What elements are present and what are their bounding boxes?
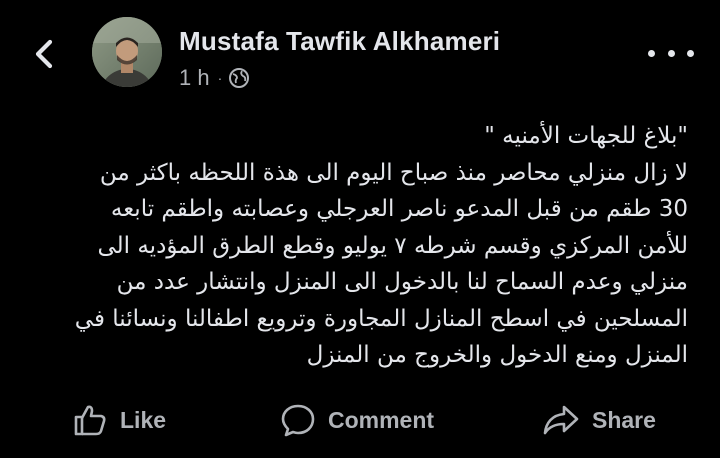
more-dot [648, 49, 655, 57]
like-label: Like [120, 406, 167, 433]
post-line: للأمن المركزي وقسم شرطه ٧ يوليو وقطع الط… [97, 232, 688, 259]
share-arrow-icon [543, 405, 579, 435]
comment-label: Comment [328, 406, 435, 433]
meta-separator: · [217, 70, 223, 86]
post-actions-bar: Like Comment Share [0, 395, 720, 445]
back-button[interactable] [28, 34, 64, 74]
avatar[interactable] [92, 17, 162, 87]
comment-bubble-icon [281, 404, 315, 437]
more-dot [687, 49, 694, 57]
globe-icon [229, 68, 250, 88]
post-line: "بلاغ للجهات الأمنيه " [484, 123, 688, 149]
post-meta: 1 h · [179, 64, 250, 92]
post-line: منزلي وعدم السماح لنا بالدخول الى المنزل… [116, 269, 688, 295]
post-line: لا زال منزلي محاصر منذ صباح اليوم الى هذ… [99, 159, 688, 186]
post-time[interactable]: 1 h [179, 65, 210, 91]
author-name[interactable]: Mustafa Tawfik Alkhameri [179, 26, 500, 57]
post-line: المسلحين في اسطح المنازل المجاورة وترويع… [74, 305, 688, 332]
profile-photo [92, 17, 162, 87]
post-line: 30 طقم من قبل المدعو ناصر العرجلي وعصابت… [110, 196, 688, 222]
comment-button[interactable]: Comment [280, 395, 434, 445]
share-label: Share [592, 406, 656, 433]
thumbs-up-icon [74, 405, 106, 436]
post-body: "بلاغ للجهات الأمنيه " لا زال منزلي محاص… [40, 118, 688, 374]
more-options-button[interactable] [648, 40, 694, 66]
like-button[interactable]: Like [72, 395, 166, 445]
share-button[interactable]: Share [542, 395, 656, 445]
chevron-left-icon [35, 39, 53, 69]
post-line: المنزل ومنع الدخول والخروج من المنزل [306, 342, 688, 368]
more-dot [667, 49, 675, 57]
